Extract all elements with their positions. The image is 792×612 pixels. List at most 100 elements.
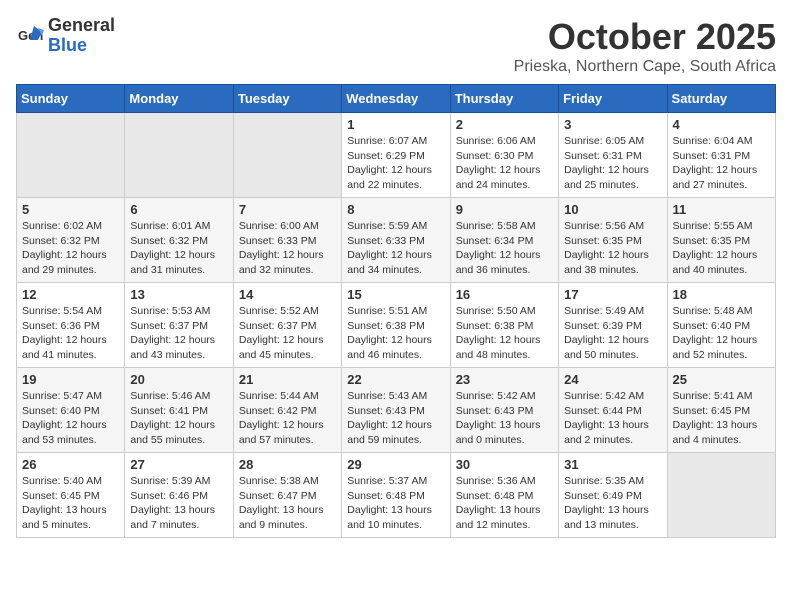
day-info: Sunrise: 6:00 AM Sunset: 6:33 PM Dayligh… xyxy=(239,219,336,278)
calendar-cell: 7 Sunrise: 6:00 AM Sunset: 6:33 PM Daylig… xyxy=(233,198,341,283)
day-info: Sunrise: 5:35 AM Sunset: 6:49 PM Dayligh… xyxy=(564,474,661,533)
calendar-cell: 15 Sunrise: 5:51 AM Sunset: 6:38 PM Dayli… xyxy=(342,283,450,368)
calendar-cell xyxy=(233,113,341,198)
logo-blue: Blue xyxy=(48,36,115,56)
calendar-table: SundayMondayTuesdayWednesdayThursdayFrid… xyxy=(16,84,776,538)
calendar-cell: 4 Sunrise: 6:04 AM Sunset: 6:31 PM Daylig… xyxy=(667,113,775,198)
calendar-cell: 6 Sunrise: 6:01 AM Sunset: 6:32 PM Daylig… xyxy=(125,198,233,283)
day-number: 15 xyxy=(347,287,444,302)
day-info: Sunrise: 5:43 AM Sunset: 6:43 PM Dayligh… xyxy=(347,389,444,448)
calendar-cell: 26 Sunrise: 5:40 AM Sunset: 6:45 PM Dayli… xyxy=(17,453,125,538)
calendar-cell: 13 Sunrise: 5:53 AM Sunset: 6:37 PM Dayli… xyxy=(125,283,233,368)
day-number: 12 xyxy=(22,287,119,302)
day-info: Sunrise: 5:54 AM Sunset: 6:36 PM Dayligh… xyxy=(22,304,119,363)
day-number: 22 xyxy=(347,372,444,387)
calendar-cell: 17 Sunrise: 5:49 AM Sunset: 6:39 PM Dayli… xyxy=(559,283,667,368)
calendar-cell: 28Sunrise: 5:38 AM Sunset: 6:47 PM Dayli… xyxy=(233,453,341,538)
logo-icon: Gen xyxy=(16,22,44,50)
day-number: 25 xyxy=(673,372,770,387)
day-info: Sunrise: 5:42 AM Sunset: 6:44 PM Dayligh… xyxy=(564,389,661,448)
calendar-cell xyxy=(667,453,775,538)
day-info: Sunrise: 5:40 AM Sunset: 6:45 PM Dayligh… xyxy=(22,474,119,533)
calendar-cell: 11Sunrise: 5:55 AM Sunset: 6:35 PM Dayli… xyxy=(667,198,775,283)
calendar-cell: 9Sunrise: 5:58 AM Sunset: 6:34 PM Daylig… xyxy=(450,198,558,283)
calendar-cell: 8 Sunrise: 5:59 AM Sunset: 6:33 PM Daylig… xyxy=(342,198,450,283)
logo-general: General xyxy=(48,16,115,36)
day-number: 6 xyxy=(130,202,227,217)
day-info: Sunrise: 5:41 AM Sunset: 6:45 PM Dayligh… xyxy=(673,389,770,448)
day-info: Sunrise: 5:48 AM Sunset: 6:40 PM Dayligh… xyxy=(673,304,770,363)
day-info: Sunrise: 5:47 AM Sunset: 6:40 PM Dayligh… xyxy=(22,389,119,448)
day-number: 10 xyxy=(564,202,661,217)
day-number: 26 xyxy=(22,457,119,472)
calendar-cell: 2 Sunrise: 6:06 AM Sunset: 6:30 PM Daylig… xyxy=(450,113,558,198)
day-info: Sunrise: 5:55 AM Sunset: 6:35 PM Dayligh… xyxy=(673,219,770,278)
day-number: 20 xyxy=(130,372,227,387)
calendar-header-row: SundayMondayTuesdayWednesdayThursdayFrid… xyxy=(17,85,776,113)
calendar-header-monday: Monday xyxy=(125,85,233,113)
day-info: Sunrise: 6:05 AM Sunset: 6:31 PM Dayligh… xyxy=(564,134,661,193)
calendar-cell: 16 Sunrise: 5:50 AM Sunset: 6:38 PM Dayli… xyxy=(450,283,558,368)
day-number: 3 xyxy=(564,117,661,132)
calendar-week-row: 12 Sunrise: 5:54 AM Sunset: 6:36 PM Dayli… xyxy=(17,283,776,368)
day-number: 2 xyxy=(456,117,553,132)
calendar-cell: 30 Sunrise: 5:36 AM Sunset: 6:48 PM Dayli… xyxy=(450,453,558,538)
title-block: October 2025 Prieska, Northern Cape, Sou… xyxy=(514,16,776,76)
day-number: 30 xyxy=(456,457,553,472)
day-number: 5 xyxy=(22,202,119,217)
day-number: 29 xyxy=(347,457,444,472)
page-header: Gen General Blue October 2025 Prieska, N… xyxy=(16,16,776,76)
day-info: Sunrise: 5:50 AM Sunset: 6:38 PM Dayligh… xyxy=(456,304,553,363)
day-number: 16 xyxy=(456,287,553,302)
logo: Gen General Blue xyxy=(16,16,115,56)
calendar-cell: 5 Sunrise: 6:02 AM Sunset: 6:32 PM Daylig… xyxy=(17,198,125,283)
day-info: Sunrise: 5:49 AM Sunset: 6:39 PM Dayligh… xyxy=(564,304,661,363)
day-number: 13 xyxy=(130,287,227,302)
calendar-cell: 27 Sunrise: 5:39 AM Sunset: 6:46 PM Dayli… xyxy=(125,453,233,538)
calendar-header-sunday: Sunday xyxy=(17,85,125,113)
calendar-header-wednesday: Wednesday xyxy=(342,85,450,113)
calendar-cell: 31Sunrise: 5:35 AM Sunset: 6:49 PM Dayli… xyxy=(559,453,667,538)
calendar-week-row: 1 Sunrise: 6:07 AM Sunset: 6:29 PM Daylig… xyxy=(17,113,776,198)
day-info: Sunrise: 5:53 AM Sunset: 6:37 PM Dayligh… xyxy=(130,304,227,363)
day-info: Sunrise: 6:02 AM Sunset: 6:32 PM Dayligh… xyxy=(22,219,119,278)
calendar-cell: 14Sunrise: 5:52 AM Sunset: 6:37 PM Dayli… xyxy=(233,283,341,368)
day-info: Sunrise: 5:56 AM Sunset: 6:35 PM Dayligh… xyxy=(564,219,661,278)
calendar-header-tuesday: Tuesday xyxy=(233,85,341,113)
day-info: Sunrise: 6:04 AM Sunset: 6:31 PM Dayligh… xyxy=(673,134,770,193)
day-number: 24 xyxy=(564,372,661,387)
day-number: 18 xyxy=(673,287,770,302)
calendar-cell: 24 Sunrise: 5:42 AM Sunset: 6:44 PM Dayli… xyxy=(559,368,667,453)
day-number: 4 xyxy=(673,117,770,132)
day-info: Sunrise: 5:44 AM Sunset: 6:42 PM Dayligh… xyxy=(239,389,336,448)
day-number: 1 xyxy=(347,117,444,132)
day-info: Sunrise: 6:07 AM Sunset: 6:29 PM Dayligh… xyxy=(347,134,444,193)
day-info: Sunrise: 5:52 AM Sunset: 6:37 PM Dayligh… xyxy=(239,304,336,363)
day-number: 7 xyxy=(239,202,336,217)
day-number: 17 xyxy=(564,287,661,302)
day-info: Sunrise: 5:39 AM Sunset: 6:46 PM Dayligh… xyxy=(130,474,227,533)
calendar-cell xyxy=(17,113,125,198)
day-info: Sunrise: 5:58 AM Sunset: 6:34 PM Dayligh… xyxy=(456,219,553,278)
day-number: 8 xyxy=(347,202,444,217)
calendar-cell: 10 Sunrise: 5:56 AM Sunset: 6:35 PM Dayli… xyxy=(559,198,667,283)
calendar-cell xyxy=(125,113,233,198)
day-number: 27 xyxy=(130,457,227,472)
day-info: Sunrise: 5:36 AM Sunset: 6:48 PM Dayligh… xyxy=(456,474,553,533)
calendar-week-row: 26 Sunrise: 5:40 AM Sunset: 6:45 PM Dayli… xyxy=(17,453,776,538)
calendar-cell: 12 Sunrise: 5:54 AM Sunset: 6:36 PM Dayli… xyxy=(17,283,125,368)
calendar-cell: 18 Sunrise: 5:48 AM Sunset: 6:40 PM Dayli… xyxy=(667,283,775,368)
calendar-header-saturday: Saturday xyxy=(667,85,775,113)
calendar-cell: 3 Sunrise: 6:05 AM Sunset: 6:31 PM Daylig… xyxy=(559,113,667,198)
calendar-cell: 23Sunrise: 5:42 AM Sunset: 6:43 PM Dayli… xyxy=(450,368,558,453)
day-info: Sunrise: 6:01 AM Sunset: 6:32 PM Dayligh… xyxy=(130,219,227,278)
day-info: Sunrise: 6:06 AM Sunset: 6:30 PM Dayligh… xyxy=(456,134,553,193)
calendar-cell: 1 Sunrise: 6:07 AM Sunset: 6:29 PM Daylig… xyxy=(342,113,450,198)
calendar-cell: 20Sunrise: 5:46 AM Sunset: 6:41 PM Dayli… xyxy=(125,368,233,453)
location-title: Prieska, Northern Cape, South Africa xyxy=(514,58,776,76)
day-info: Sunrise: 5:59 AM Sunset: 6:33 PM Dayligh… xyxy=(347,219,444,278)
day-number: 28 xyxy=(239,457,336,472)
day-info: Sunrise: 5:51 AM Sunset: 6:38 PM Dayligh… xyxy=(347,304,444,363)
day-info: Sunrise: 5:42 AM Sunset: 6:43 PM Dayligh… xyxy=(456,389,553,448)
calendar-cell: 25 Sunrise: 5:41 AM Sunset: 6:45 PM Dayli… xyxy=(667,368,775,453)
